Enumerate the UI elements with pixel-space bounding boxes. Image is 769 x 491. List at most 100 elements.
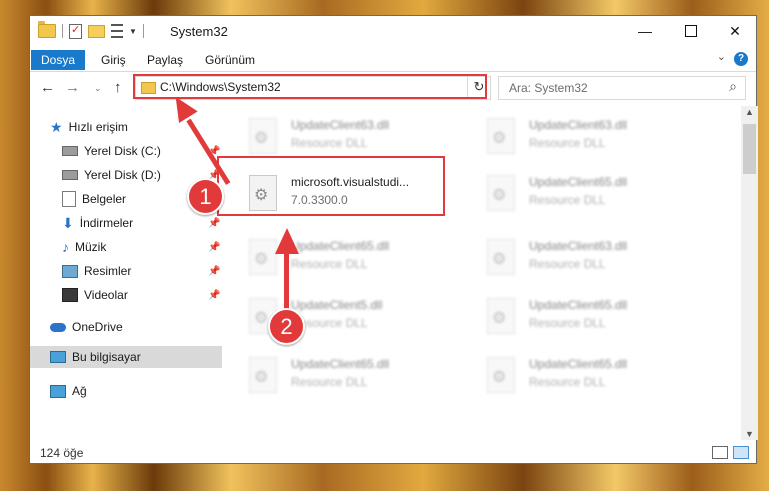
toolbar-separator [62,24,63,38]
sidebar-item-label: Hızlı erişim [68,120,128,134]
close-icon: ✕ [729,22,741,39]
expand-ribbon-icon[interactable]: ⌄ [717,50,726,63]
computer-icon [50,351,66,363]
star-icon: ★ [50,119,63,135]
help-icon[interactable]: ? [734,52,748,66]
disk-icon [62,170,78,180]
file-item[interactable]: UpdateClient65.dll Resource DLL [247,353,473,405]
sidebar-item-label: Müzik [75,240,107,254]
search-placeholder: Ara: System32 [509,81,588,95]
window-title: System32 [170,24,228,39]
file-description: Resource DLL [529,375,606,389]
sidebar-item-this-pc[interactable]: Bu bilgisayar [30,346,222,368]
scroll-thumb[interactable] [743,124,756,174]
up-arrow-icon[interactable]: ↑ [114,79,122,96]
minimize-button[interactable]: — [622,16,668,46]
customize-toolbar-icon[interactable] [111,24,123,38]
sidebar-item-pictures[interactable]: Resimler 📌 [62,260,222,282]
sidebar-item-label: Ağ [72,384,87,398]
minimize-icon: — [638,23,652,39]
close-button[interactable]: ✕ [712,16,758,46]
file-description: Resource DLL [529,257,606,271]
folder-icon [38,21,56,38]
sidebar-item-quick-access[interactable]: ★ Hızlı erişim [50,116,128,138]
file-name: UpdateClient63.dll [291,118,390,132]
dll-file-icon [487,357,515,393]
sidebar-item-label: İndirmeler [79,216,134,230]
file-name: UpdateClient63.dll [529,118,628,132]
file-name: UpdateClient65.dll [529,357,628,371]
file-name: UpdateClient65.dll [291,357,390,371]
navigation-pane: ★ Hızlı erişim Yerel Disk (C:) 📌 Yerel D… [30,108,222,440]
pin-icon: 📌 [208,265,221,277]
properties-icon[interactable] [69,23,82,39]
network-icon [50,384,66,398]
ribbon-tabs: Dosya Giriş Paylaş Görünüm ⌄ ? [30,47,756,72]
scroll-down-icon[interactable]: ▼ [741,429,758,439]
sidebar-item-music[interactable]: ♪ Müzik 📌 [62,236,222,258]
arrowhead-icon [275,228,299,254]
file-item[interactable]: UpdateClient65.dll Resource DLL [485,353,711,405]
pin-icon: 📌 [208,217,221,229]
dll-file-icon [249,239,277,275]
navigation-bar: ← → ⌄ ↑ C:\Windows\System32 ⌄ ↻ Ara: Sys… [30,72,756,104]
sidebar-item-label: Videolar [84,288,128,302]
vertical-scrollbar[interactable]: ▲ ▼ [741,106,758,440]
sidebar-item-downloads[interactable]: ⬇ İndirmeler 📌 [62,212,222,234]
sidebar-item-label: Resimler [84,264,132,278]
dll-file-icon [249,118,277,154]
chevron-down-icon[interactable]: ▼ [129,27,137,36]
file-item[interactable]: UpdateClient65.dll Resource DLL [485,171,711,223]
dll-file-icon [487,239,515,275]
sidebar-item-label: OneDrive [72,320,123,334]
sidebar-item-label: Bu bilgisayar [72,350,141,364]
recent-locations-icon[interactable]: ⌄ [94,83,102,94]
sidebar-item-videos[interactable]: Videolar 📌 [62,284,222,306]
step-2-badge: 2 [268,308,305,345]
disk-icon [62,146,78,156]
file-item[interactable]: UpdateClient63.dll Resource DLL [485,235,711,287]
maximize-icon [685,25,697,37]
tab-paylas[interactable]: Paylaş [137,50,193,70]
file-name: UpdateClient65.dll [291,239,390,253]
file-name: UpdateClient5.dll [291,298,383,312]
sidebar-item-onedrive[interactable]: OneDrive [50,316,123,338]
file-item[interactable]: UpdateClient63.dll Resource DLL [485,114,711,166]
large-icons-view-icon[interactable] [733,446,749,459]
file-description: Resource DLL [291,136,368,150]
search-icon[interactable]: ⌕ [729,78,737,95]
sidebar-item-label: Yerel Disk (D:) [84,168,161,182]
pin-icon: 📌 [208,289,221,301]
details-view-icon[interactable] [712,446,728,459]
step-1-badge: 1 [187,178,224,215]
file-description: Resource DLL [529,193,606,207]
sidebar-item-disk-c[interactable]: Yerel Disk (C:) 📌 [62,140,222,162]
toolbar-separator [142,24,144,38]
forward-arrow-icon[interactable]: → [65,79,80,96]
file-description: Resource DLL [529,136,606,150]
title-bar: ▼ System32 — ✕ [30,16,756,47]
item-count: 124 öğe [40,446,84,460]
file-highlight-box [217,156,445,216]
dll-file-icon [487,298,515,334]
dll-file-icon [487,118,515,154]
sidebar-item-network[interactable]: Ağ [50,380,87,402]
file-item[interactable]: UpdateClient65.dll Resource DLL [485,294,711,346]
annotation-arrow-2 [284,250,289,312]
search-input[interactable]: Ara: System32 ⌕ [498,76,746,100]
dll-file-icon [249,357,277,393]
tab-dosya[interactable]: Dosya [31,50,86,70]
tab-giris[interactable]: Giriş [91,50,136,70]
file-name: UpdateClient65.dll [529,298,628,312]
onedrive-icon [50,322,66,332]
new-folder-icon[interactable] [88,24,105,38]
music-icon: ♪ [62,239,69,255]
back-arrow-icon[interactable]: ← [40,79,55,96]
maximize-button[interactable] [668,16,714,46]
documents-icon [62,191,76,207]
scroll-up-icon[interactable]: ▲ [741,107,758,117]
status-bar: 124 öğe [30,440,756,464]
download-icon: ⬇ [62,214,74,231]
dll-file-icon [487,175,515,211]
tab-gorunum[interactable]: Görünüm [195,50,265,70]
